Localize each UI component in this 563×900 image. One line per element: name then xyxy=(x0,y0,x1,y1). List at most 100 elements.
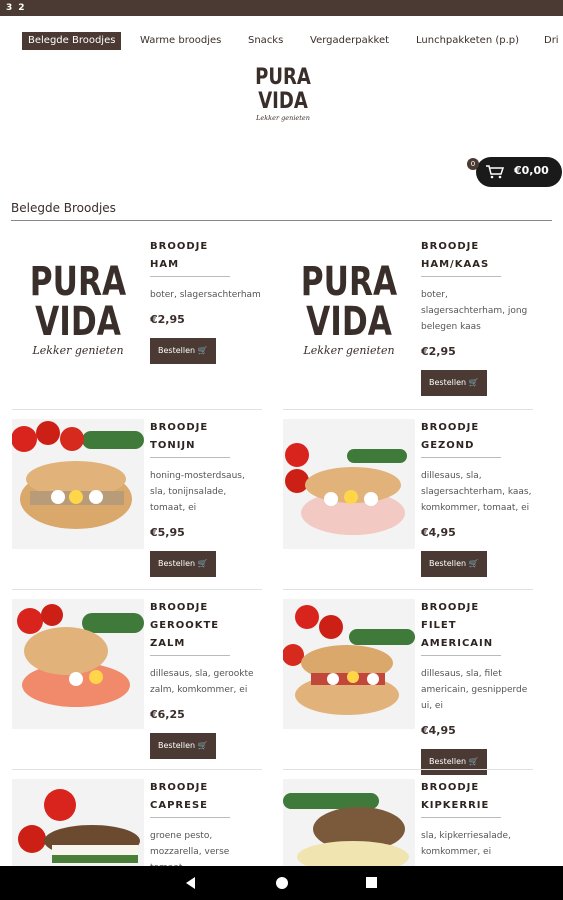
product-name[interactable]: BROODJE TONIJN xyxy=(150,419,230,458)
status-indicator-2: 2 xyxy=(18,3,25,13)
nav-item-lunchpakketen[interactable]: Lunchpakketen (p.p) xyxy=(416,32,519,50)
android-nav-bar xyxy=(0,866,563,900)
section-divider xyxy=(11,220,552,221)
product-name-line-3: ZALM xyxy=(150,638,186,649)
product-image[interactable] xyxy=(12,419,144,549)
sandwich-caprese-image xyxy=(12,779,144,869)
product-name-line-1: BROODJE xyxy=(421,422,480,433)
row-divider xyxy=(283,589,533,590)
product-card: BROODJE GEZOND dillesaus, sla, slagersach… xyxy=(283,419,533,589)
row-divider xyxy=(12,769,262,770)
product-name[interactable]: BROODJE HAM/KAAS xyxy=(421,238,501,277)
order-button-label: Bestellen xyxy=(158,559,196,568)
product-name-line-1: BROODJE xyxy=(150,602,209,613)
product-card: BROODJE CAPRESE groene pesto, mozzarella,… xyxy=(12,779,262,869)
cart-total: €0,00 xyxy=(514,164,549,177)
row-divider xyxy=(283,769,533,770)
product-name-line-1: BROODJE xyxy=(150,422,209,433)
product-name-line-3: AMERICAIN xyxy=(421,638,494,649)
product-name-line-2: GEROOKTE xyxy=(150,620,220,631)
nav-item-vergaderpakket[interactable]: Vergaderpakket xyxy=(310,32,389,50)
placeholder-logo-line-1: PURA xyxy=(29,259,127,305)
home-icon[interactable] xyxy=(276,877,288,889)
product-description: sla, kipkerriesalade, komkommer, ei xyxy=(421,831,511,857)
product-price: €5,95 xyxy=(150,526,185,539)
product-image[interactable] xyxy=(283,599,415,729)
product-name[interactable]: BROODJE GEROOKTE ZALM xyxy=(150,599,230,656)
cart-button[interactable]: €0,00 xyxy=(476,157,562,187)
section-title: Belegde Broodjes xyxy=(11,201,116,215)
order-button[interactable]: Bestellen 🛒 xyxy=(150,733,216,759)
recent-apps-icon[interactable] xyxy=(366,877,377,888)
product-name[interactable]: BROODJE FILET AMERICAIN xyxy=(421,599,501,656)
cart-icon: 🛒 xyxy=(468,757,479,766)
nav-item-belegde-broodjes[interactable]: Belegde Broodjes xyxy=(22,32,122,50)
order-button-label: Bestellen xyxy=(158,741,196,750)
product-name-line-2: KIPKERRIE xyxy=(421,800,490,811)
product-name-line-1: BROODJE xyxy=(421,241,480,252)
order-button-label: Bestellen xyxy=(158,346,196,355)
placeholder-logo-line-2: VIDA xyxy=(35,299,121,345)
nav-item-warme-broodjes[interactable]: Warme broodjes xyxy=(140,32,221,50)
site-logo[interactable]: PURA VIDA Lekker genieten xyxy=(248,66,318,130)
logo-tagline: Lekker genieten xyxy=(256,114,310,122)
product-name-line-2: TONIJN xyxy=(150,440,196,451)
cart-icon: 🛒 xyxy=(197,346,208,355)
product-image[interactable]: PURA VIDA Lekker genieten xyxy=(12,238,144,368)
product-name-line-2: FILET xyxy=(421,620,457,631)
product-name-line-1: BROODJE xyxy=(150,241,209,252)
nav-item-dranken[interactable]: Dri xyxy=(544,32,559,50)
product-card: BROODJE KIPKERRIE sla, kipkerriesalade, k… xyxy=(283,779,533,869)
product-name-line-1: BROODJE xyxy=(421,602,480,613)
cart-icon: 🛒 xyxy=(468,378,479,387)
product-name-line-2: GEZOND xyxy=(421,440,475,451)
product-price: €4,95 xyxy=(421,526,456,539)
product-card: BROODJE GEROOKTE ZALM dillesaus, sla, gero… xyxy=(12,599,262,769)
order-button[interactable]: Bestellen 🛒 xyxy=(421,370,487,396)
product-description: honing-mosterdsaus, sla, tonijnsalade, t… xyxy=(150,471,245,513)
product-name[interactable]: BROODJE KIPKERRIE xyxy=(421,779,501,818)
placeholder-logo-tagline: Lekker genieten xyxy=(303,344,395,357)
product-image[interactable] xyxy=(12,599,144,729)
product-name-line-1: BROODJE xyxy=(421,782,480,793)
product-name[interactable]: BROODJE CAPRESE xyxy=(150,779,230,818)
order-button[interactable]: Bestellen 🛒 xyxy=(421,551,487,577)
product-description: dillesaus, sla, slagersachterham, kaas, … xyxy=(421,471,532,513)
product-card: BROODJE TONIJN honing-mosterdsaus, sla, t… xyxy=(12,419,262,589)
placeholder-logo-image: PURA VIDA Lekker genieten xyxy=(283,238,415,368)
product-card: PURA VIDA Lekker genieten BROODJE HAM bot… xyxy=(12,238,262,408)
product-image[interactable] xyxy=(283,779,415,869)
order-button[interactable]: Bestellen 🛒 xyxy=(421,749,487,775)
product-price: €6,25 xyxy=(150,708,185,721)
product-image[interactable] xyxy=(283,419,415,549)
sandwich-filet-image xyxy=(283,599,415,729)
sandwich-tuna-image xyxy=(12,419,144,549)
back-icon[interactable] xyxy=(186,877,195,889)
logo-line-2: VIDA xyxy=(258,89,308,114)
product-name[interactable]: BROODJE GEZOND xyxy=(421,419,501,458)
status-indicator-1: 3 xyxy=(6,3,13,13)
status-bar: 32 xyxy=(0,0,563,16)
product-name-line-2: HAM/KAAS xyxy=(421,259,490,270)
product-name[interactable]: BROODJE HAM xyxy=(150,238,230,277)
product-image[interactable]: PURA VIDA Lekker genieten xyxy=(283,238,415,368)
product-card: BROODJE FILET AMERICAIN dillesaus, sla, fi… xyxy=(283,599,533,775)
order-button-label: Bestellen xyxy=(429,559,467,568)
product-price: €2,95 xyxy=(150,313,185,326)
logo-line-1: PURA xyxy=(255,65,311,90)
order-button[interactable]: Bestellen 🛒 xyxy=(150,338,216,364)
cart-icon: 🛒 xyxy=(197,559,208,568)
order-button[interactable]: Bestellen 🛒 xyxy=(150,551,216,577)
cart-count-badge: 0 xyxy=(467,158,479,170)
placeholder-logo-line-1: PURA xyxy=(300,259,398,305)
product-description: dillesaus, sla, filet americain, gesnipp… xyxy=(421,669,528,711)
placeholder-logo-image: PURA VIDA Lekker genieten xyxy=(12,238,144,368)
product-image[interactable] xyxy=(12,779,144,869)
cart-icon: 🛒 xyxy=(197,741,208,750)
nav-item-snacks[interactable]: Snacks xyxy=(248,32,283,50)
product-description: boter, slagersachterham xyxy=(150,290,261,300)
row-divider xyxy=(283,409,533,410)
product-price: €4,95 xyxy=(421,724,456,737)
product-description: groene pesto, mozzarella, verse tomaat xyxy=(150,831,230,869)
product-price: €2,95 xyxy=(421,345,456,358)
